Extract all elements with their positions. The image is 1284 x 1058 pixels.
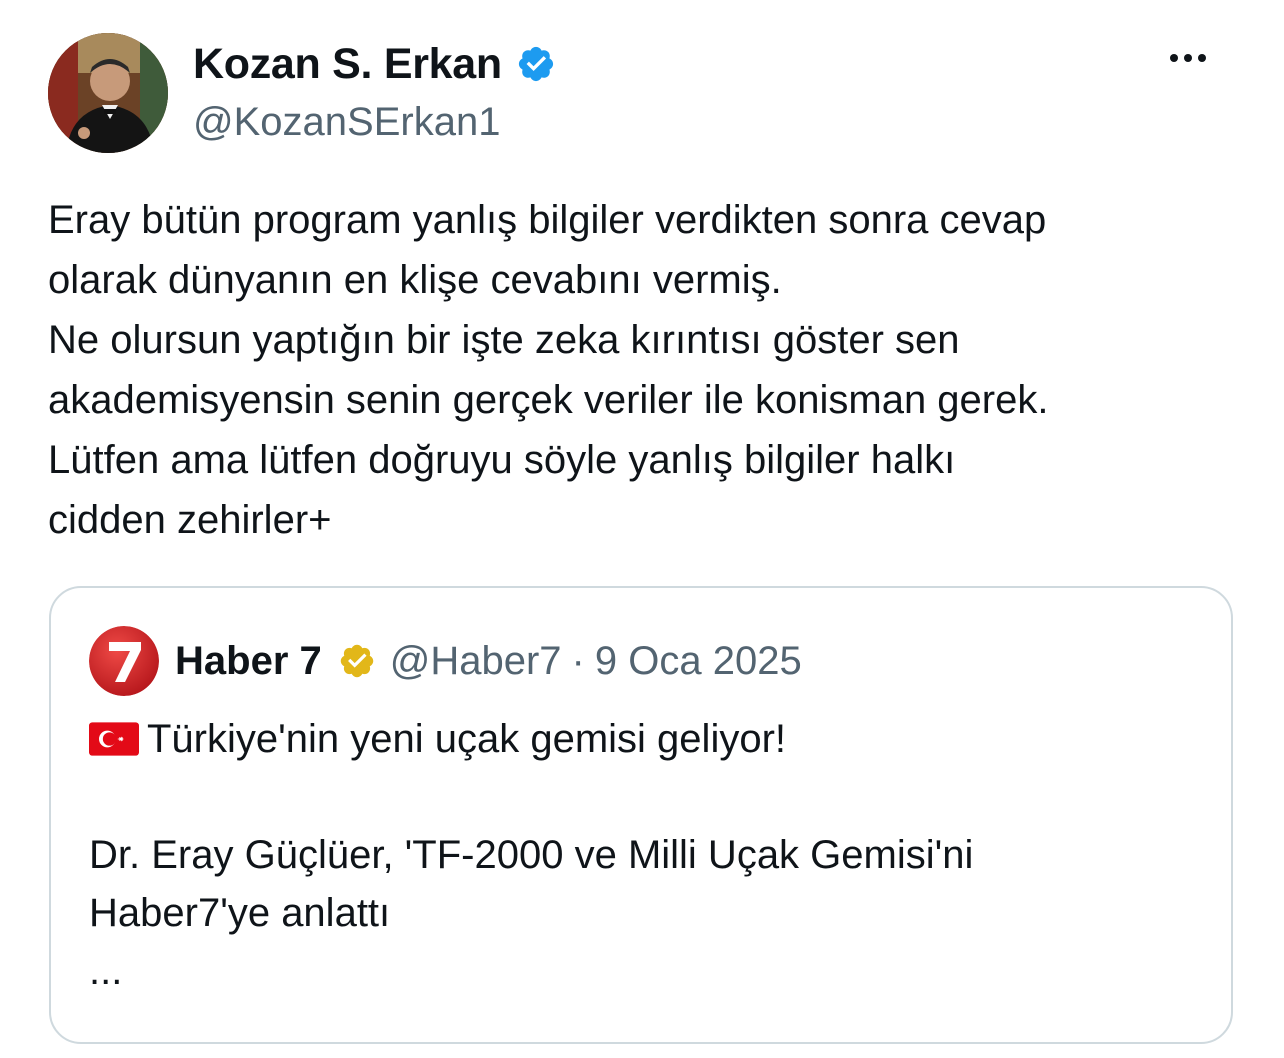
quote-text: Türkiye'nin yeni uçak gemisi geliyor! Dr… (89, 710, 1199, 1000)
quote-separator: · (571, 638, 585, 683)
tweet: Kozan S. Erkan @KozanSErkan1 Eray bütün … (0, 0, 1284, 1058)
author-avatar[interactable] (48, 33, 168, 153)
more-horizontal-icon-dot (1198, 54, 1206, 62)
quote-header: Haber 7 @Haber7 · 9 Oca 2025 (175, 634, 802, 688)
quoted-tweet-card[interactable]: Haber 7 @Haber7 · 9 Oca 2025 Türkiye'nin… (49, 586, 1233, 1044)
tweet-text-line: akademisyensin senin gerçek veriler ile … (48, 378, 1049, 422)
quote-text-line: Haber7'ye anlattı (89, 891, 391, 935)
author-handle[interactable]: @KozanSErkan1 (193, 100, 500, 145)
profile-photo (48, 33, 168, 153)
haber7-logo (89, 626, 159, 696)
quote-author-name[interactable]: Haber 7 (175, 639, 322, 684)
more-horizontal-icon (1170, 54, 1178, 62)
quote-author-avatar[interactable] (89, 626, 159, 696)
quote-text-line: Türkiye'nin yeni uçak gemisi geliyor! (89, 710, 1199, 768)
quote-author-handle[interactable]: @Haber7 (390, 639, 562, 684)
quote-text-headline: Türkiye'nin yeni uçak gemisi geliyor! (147, 717, 787, 761)
turkey-flag-icon (89, 722, 139, 756)
more-options-button[interactable] (1163, 38, 1213, 78)
quote-date[interactable]: 9 Oca 2025 (595, 639, 802, 684)
tweet-text-line: Eray bütün program yanlış bilgiler verdi… (48, 198, 1047, 242)
author-display-name[interactable]: Kozan S. Erkan (193, 40, 502, 89)
quote-text-ellipsis: ... (89, 949, 123, 993)
more-horizontal-icon-dot (1184, 54, 1192, 62)
tweet-text-line: Lütfen ama lütfen doğruyu söyle yanlış b… (48, 438, 956, 482)
tweet-text-line: cidden zehirler+ (48, 498, 332, 542)
author-name-row: Kozan S. Erkan (193, 36, 556, 92)
verified-badge-blue-icon[interactable] (516, 44, 556, 84)
verified-badge-gold-icon[interactable] (338, 642, 376, 680)
quote-text-line: Dr. Eray Güçlüer, 'TF-2000 ve Milli Uçak… (89, 833, 974, 877)
quote-text-spacer (89, 768, 1199, 826)
tweet-text-line: Ne olursun yaptığın bir işte zeka kırınt… (48, 318, 960, 362)
tweet-text: Eray bütün program yanlış bilgiler verdi… (48, 190, 1238, 550)
tweet-text-line: olarak dünyanın en klişe cevabını vermiş… (48, 258, 782, 302)
